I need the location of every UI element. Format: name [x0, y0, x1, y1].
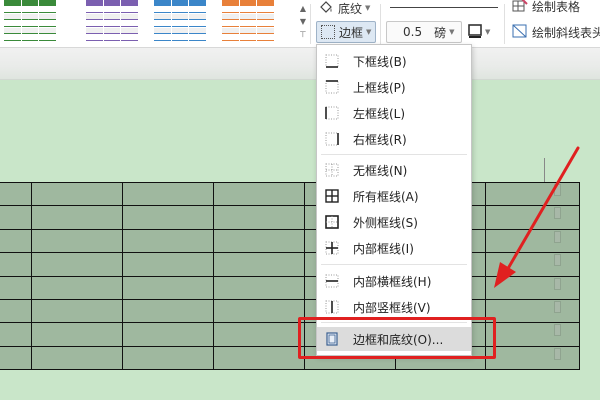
annotation-arrow: [494, 146, 580, 288]
